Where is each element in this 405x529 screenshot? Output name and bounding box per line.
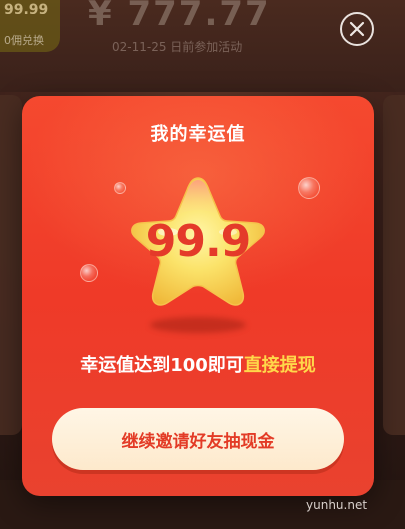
background-badge: 99.99 0佣兑换 [0, 0, 60, 52]
withdraw-hint: 幸运值达到100即可直接提现 [22, 351, 374, 377]
background-amount: ¥ 777.77 [88, 0, 271, 34]
background-date: 02-11-25 日前参加活动 [112, 40, 243, 54]
lucky-value-modal: 我的幸运值 99.9 幸运值达到100即可直接提现 继续邀请好友抽现金 [22, 96, 374, 496]
close-icon [349, 21, 365, 37]
invite-friends-button[interactable]: 继续邀请好友抽现金 [52, 408, 344, 470]
bubble-decoration [298, 177, 320, 199]
background-badge-value: 99.99 [4, 2, 49, 18]
watermark: yunhu.net [306, 498, 368, 512]
background-left-panel [0, 95, 22, 435]
background-right-panel [383, 95, 405, 435]
background-badge-sub: 0佣兑换 [4, 34, 44, 47]
lucky-value-number: 99.9 [145, 216, 252, 267]
close-button[interactable] [340, 12, 374, 46]
modal-title: 我的幸运值 [150, 124, 246, 145]
bubble-decoration [80, 264, 98, 282]
withdraw-hint-highlight: 直接提现 [243, 355, 316, 376]
withdraw-hint-text: 幸运值达到100即可 [80, 355, 244, 376]
